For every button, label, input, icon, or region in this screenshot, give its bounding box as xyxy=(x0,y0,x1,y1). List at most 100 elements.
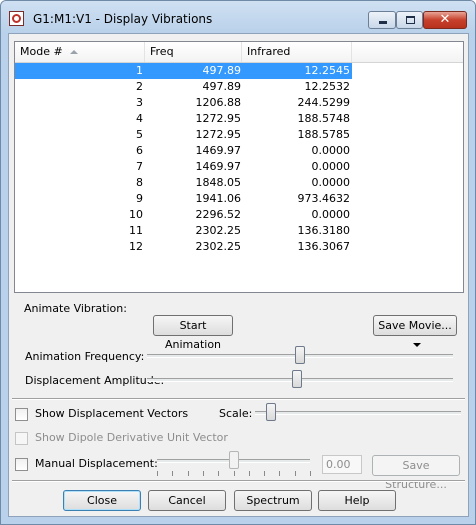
dialog-content: Mode # Freq Infrared 1 497.89 12.2545 2 497.… xyxy=(8,33,469,517)
slider-tick xyxy=(279,471,281,476)
divider xyxy=(12,398,465,400)
mode-cell: 9 xyxy=(136,192,143,205)
freq-cell: 2302.25 xyxy=(195,224,242,237)
mode-cell: 2 xyxy=(136,80,143,93)
slider-tick xyxy=(202,471,204,476)
freq-cell: 1469.97 xyxy=(195,144,242,157)
infrared-cell: 12.2545 xyxy=(304,64,351,77)
table-row[interactable]: 5 1272.95 188.5785 xyxy=(15,127,463,143)
mode-cell: 6 xyxy=(136,144,143,157)
infrared-cell: 0.0000 xyxy=(311,160,351,173)
animate-vibration-label: Animate Vibration: xyxy=(24,302,127,315)
table-row[interactable]: 12 2302.25 136.3067 xyxy=(15,239,463,255)
freq-cell: 497.89 xyxy=(202,80,242,93)
close-icon: ✕ xyxy=(439,12,451,27)
scale-slider-thumb[interactable] xyxy=(266,403,277,421)
slider-tick xyxy=(233,471,235,476)
save-movie-label: Save Movie... xyxy=(378,319,452,332)
freq-cell: 1941.06 xyxy=(195,192,242,205)
table-row[interactable]: 7 1469.97 0.0000 xyxy=(15,159,463,175)
dialog-window: G1:M1:V1 - Display Vibrations ✕ Mode # F… xyxy=(0,0,476,525)
table-row[interactable]: 2 497.89 12.2532 xyxy=(15,79,463,95)
table-row[interactable]: 4 1272.95 188.5748 xyxy=(15,111,463,127)
slider-tick xyxy=(294,471,296,476)
column-header-infrared[interactable]: Infrared xyxy=(242,42,352,62)
animation-frequency-slider-thumb[interactable] xyxy=(295,346,305,364)
infrared-cell: 188.5785 xyxy=(297,128,351,141)
freq-cell: 1848.05 xyxy=(195,176,242,189)
infrared-cell: 12.2532 xyxy=(304,80,351,93)
table-row[interactable]: 9 1941.06 973.4632 xyxy=(15,191,463,207)
freq-cell: 1206.88 xyxy=(195,96,242,109)
close-button[interactable]: Close xyxy=(63,490,141,511)
manual-displacement-label: Manual Displacement: xyxy=(35,457,158,470)
animation-frequency-label: Animation Frequency: xyxy=(25,350,145,363)
start-animation-button[interactable]: Start Animation xyxy=(153,315,233,351)
mode-cell: 12 xyxy=(129,240,143,253)
title-bar[interactable]: G1:M1:V1 - Display Vibrations ✕ xyxy=(1,1,475,33)
table-row[interactable]: 3 1206.88 244.5299 xyxy=(15,95,463,111)
minimize-icon xyxy=(379,21,387,24)
mode-cell: 11 xyxy=(129,224,143,237)
mode-cell: 1 xyxy=(136,64,143,77)
freq-cell: 1272.95 xyxy=(195,128,242,141)
slider-tick xyxy=(157,471,158,476)
infrared-cell: 0.0000 xyxy=(311,144,351,157)
mode-cell: 7 xyxy=(136,160,143,173)
manual-displacement-checkbox[interactable] xyxy=(15,458,28,471)
vibration-table[interactable]: Mode # Freq Infrared 1 497.89 12.2545 2 497.… xyxy=(14,41,464,293)
freq-cell: 2302.25 xyxy=(195,240,242,253)
table-row[interactable]: 1 497.89 12.2545 xyxy=(15,63,352,79)
table-header: Mode # Freq Infrared xyxy=(15,42,463,63)
mode-cell: 5 xyxy=(136,128,143,141)
close-window-button[interactable]: ✕ xyxy=(423,11,467,29)
infrared-cell: 0.0000 xyxy=(311,176,351,189)
help-button[interactable]: Help xyxy=(318,490,396,511)
scale-label: Scale: xyxy=(219,407,253,420)
show-displacement-vectors-checkbox[interactable] xyxy=(15,408,28,421)
maximize-icon xyxy=(406,16,415,24)
slider-tick xyxy=(187,471,189,476)
infrared-cell: 0.0000 xyxy=(311,208,351,221)
scale-slider-track[interactable] xyxy=(255,411,461,415)
app-icon[interactable] xyxy=(9,11,24,26)
slider-tick xyxy=(310,471,311,476)
freq-cell: 497.89 xyxy=(202,64,242,77)
table-body: 1 497.89 12.2545 2 497.89 12.2532 3 1206.88 244.… xyxy=(15,63,463,255)
infrared-cell: 136.3067 xyxy=(297,240,351,253)
table-row[interactable]: 8 1848.05 0.0000 xyxy=(15,175,463,191)
column-header-label: Infrared xyxy=(247,45,291,58)
mode-cell: 4 xyxy=(136,112,143,125)
column-header-freq[interactable]: Freq xyxy=(145,42,242,62)
manual-displacement-slider-thumb[interactable] xyxy=(228,451,239,469)
cancel-button[interactable]: Cancel xyxy=(148,490,226,511)
freq-cell: 1469.97 xyxy=(195,160,242,173)
column-header-label: Freq xyxy=(150,45,174,58)
spectrum-button[interactable]: Spectrum xyxy=(234,490,312,511)
displacement-amplitude-label: Displacement Amplitude: xyxy=(25,374,165,387)
infrared-cell: 973.4632 xyxy=(297,192,351,205)
save-movie-button[interactable]: Save Movie... xyxy=(373,315,457,347)
slider-tick xyxy=(248,471,250,476)
show-displacement-vectors-label: Show Displacement Vectors xyxy=(35,407,189,420)
infrared-cell: 136.3180 xyxy=(297,224,351,237)
table-row[interactable]: 10 2296.52 0.0000 xyxy=(15,207,463,223)
slider-tick xyxy=(172,471,174,476)
infrared-cell: 244.5299 xyxy=(297,96,351,109)
save-structure-button[interactable]: Save Structure... xyxy=(372,455,460,491)
slider-tick xyxy=(218,471,220,476)
manual-displacement-value-field[interactable]: 0.00 xyxy=(322,455,362,474)
maximize-button[interactable] xyxy=(396,11,423,29)
table-row[interactable]: 11 2302.25 136.3180 xyxy=(15,223,463,239)
show-dipole-derivative-checkbox[interactable] xyxy=(15,432,28,445)
column-header-label: Mode # xyxy=(20,45,63,58)
table-row[interactable]: 6 1469.97 0.0000 xyxy=(15,143,463,159)
infrared-cell: 188.5748 xyxy=(297,112,351,125)
divider xyxy=(12,480,465,482)
minimize-button[interactable] xyxy=(368,11,396,29)
freq-cell: 2296.52 xyxy=(195,208,242,221)
displacement-amplitude-slider-thumb[interactable] xyxy=(291,370,302,388)
column-header-mode[interactable]: Mode # xyxy=(15,42,145,62)
sort-ascending-icon xyxy=(70,50,78,54)
mode-cell: 10 xyxy=(129,208,143,221)
